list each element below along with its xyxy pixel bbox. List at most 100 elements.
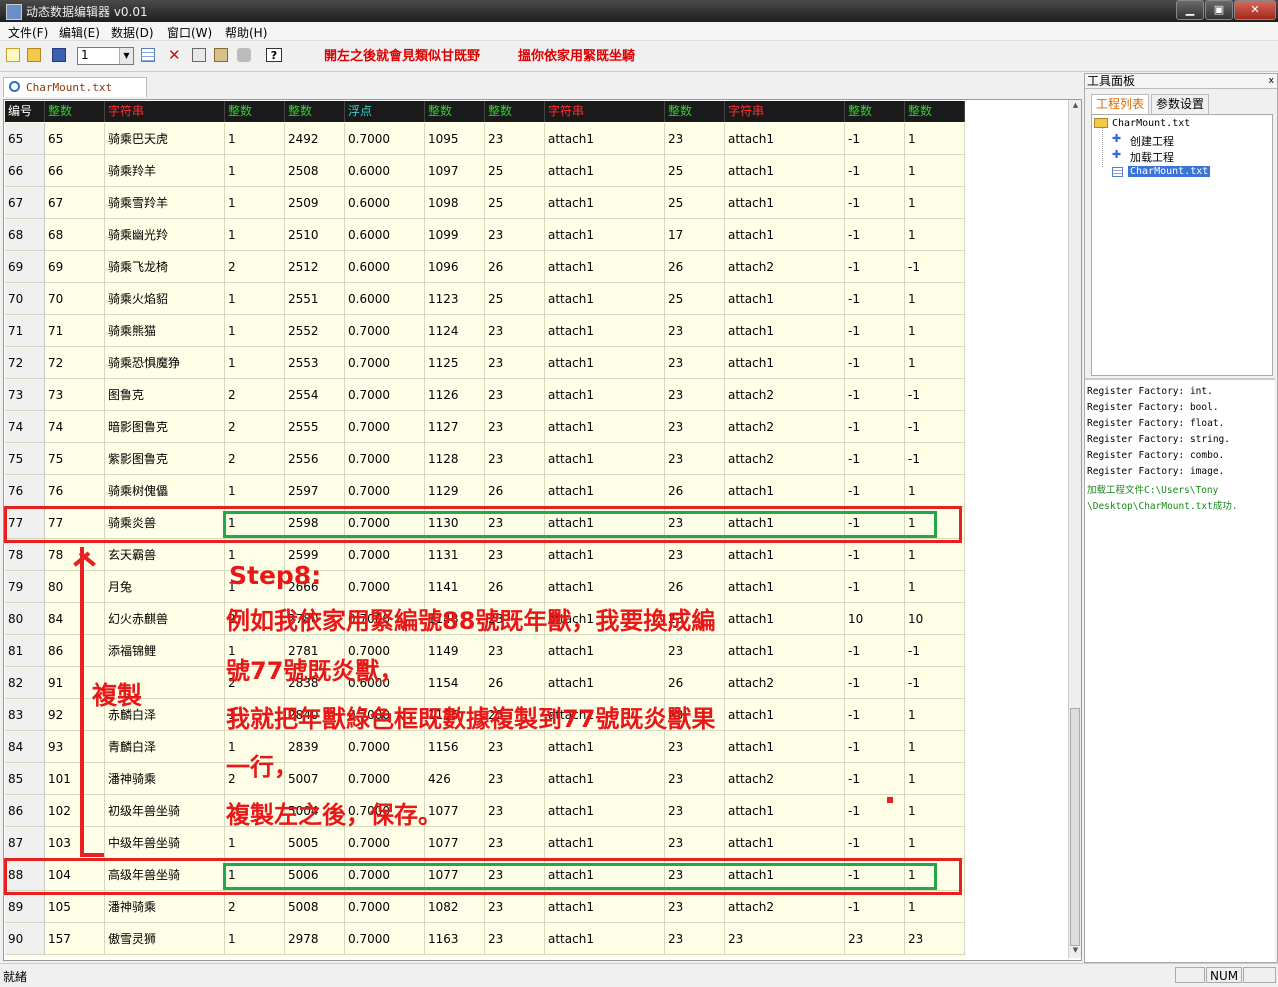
table-cell[interactable]: 1131 bbox=[425, 539, 485, 571]
table-cell[interactable]: -1 bbox=[845, 315, 905, 347]
table-cell[interactable]: 23 bbox=[665, 379, 725, 411]
table-cell[interactable]: -1 bbox=[845, 219, 905, 251]
table-cell[interactable]: 0.6000 bbox=[345, 187, 425, 219]
table-cell[interactable]: 23 bbox=[485, 411, 545, 443]
table-cell[interactable]: 426 bbox=[425, 763, 485, 795]
row-number[interactable]: 66 bbox=[5, 155, 45, 187]
table-cell[interactable]: 1149 bbox=[425, 635, 485, 667]
table-cell[interactable]: 1 bbox=[225, 155, 285, 187]
table-cell[interactable]: -1 bbox=[905, 667, 965, 699]
menu-help[interactable]: 帮助(H) bbox=[225, 24, 267, 41]
tree-root[interactable]: CharMount.txt bbox=[1112, 118, 1190, 129]
table-cell[interactable]: attach1 bbox=[725, 155, 845, 187]
table-cell[interactable]: attach1 bbox=[545, 667, 665, 699]
table-cell[interactable]: -1 bbox=[905, 379, 965, 411]
table-cell[interactable]: attach1 bbox=[545, 251, 665, 283]
tree-item-load-project[interactable]: 加载工程 bbox=[1130, 149, 1174, 165]
table-cell[interactable]: 紫影图鲁克 bbox=[105, 443, 225, 475]
table-cell[interactable]: 添福锦鲤 bbox=[105, 635, 225, 667]
table-cell[interactable]: attach1 bbox=[725, 123, 845, 155]
table-cell[interactable]: 1156 bbox=[425, 731, 485, 763]
table-cell[interactable]: attach1 bbox=[725, 571, 845, 603]
table-cell[interactable]: 1099 bbox=[425, 219, 485, 251]
maximize-button[interactable]: ▣ bbox=[1205, 0, 1233, 20]
table-cell[interactable]: 1 bbox=[905, 827, 965, 859]
row-number[interactable]: 89 bbox=[5, 891, 45, 923]
table-cell[interactable]: 25 bbox=[485, 283, 545, 315]
table-cell[interactable]: 23 bbox=[665, 123, 725, 155]
table-cell[interactable]: 0.7000 bbox=[345, 123, 425, 155]
table-cell[interactable]: 1 bbox=[905, 795, 965, 827]
table-cell[interactable]: 2551 bbox=[285, 283, 345, 315]
table-cell[interactable]: -1 bbox=[845, 763, 905, 795]
table-cell[interactable]: 23 bbox=[485, 379, 545, 411]
table-cell[interactable]: 0.7000 bbox=[345, 379, 425, 411]
column-header[interactable]: 整数 bbox=[845, 101, 905, 122]
table-cell[interactable]: 23 bbox=[665, 635, 725, 667]
table-cell[interactable]: attach1 bbox=[545, 539, 665, 571]
table-cell[interactable]: 0.7000 bbox=[345, 571, 425, 603]
table-cell[interactable]: -1 bbox=[845, 123, 905, 155]
row-number[interactable]: 67 bbox=[5, 187, 45, 219]
column-header[interactable]: 编号 bbox=[5, 101, 45, 122]
table-cell[interactable]: 骑乘雪羚羊 bbox=[105, 187, 225, 219]
open-folder-icon[interactable] bbox=[27, 48, 41, 62]
table-cell[interactable]: 10 bbox=[845, 603, 905, 635]
table-cell[interactable]: 23 bbox=[665, 763, 725, 795]
table-cell[interactable]: -1 bbox=[845, 891, 905, 923]
help-icon[interactable]: ? bbox=[266, 48, 282, 62]
table-cell[interactable]: 玄天霸兽 bbox=[105, 539, 225, 571]
table-cell[interactable]: attach1 bbox=[545, 923, 665, 955]
row-number[interactable]: 65 bbox=[5, 123, 45, 155]
table-cell[interactable]: 70 bbox=[45, 283, 105, 315]
table-cell[interactable]: 23 bbox=[665, 411, 725, 443]
table-cell[interactable]: 1 bbox=[225, 123, 285, 155]
table-cell[interactable]: 1 bbox=[905, 219, 965, 251]
menu-window[interactable]: 窗口(W) bbox=[167, 24, 212, 41]
table-cell[interactable]: -1 bbox=[905, 443, 965, 475]
table-cell[interactable]: 23 bbox=[485, 891, 545, 923]
table-cell[interactable]: 0.7000 bbox=[345, 315, 425, 347]
table-cell[interactable]: 26 bbox=[485, 475, 545, 507]
table-cell[interactable]: 0.6000 bbox=[345, 155, 425, 187]
table-cell[interactable]: 1 bbox=[905, 699, 965, 731]
table-cell[interactable]: attach2 bbox=[725, 891, 845, 923]
table-cell[interactable]: -1 bbox=[845, 443, 905, 475]
table-cell[interactable]: 80 bbox=[45, 571, 105, 603]
table-cell[interactable]: -1 bbox=[905, 251, 965, 283]
table-cell[interactable]: 26 bbox=[485, 667, 545, 699]
table-cell[interactable]: 76 bbox=[45, 475, 105, 507]
table-cell[interactable]: 86 bbox=[45, 635, 105, 667]
minimize-button[interactable]: ▁ bbox=[1176, 0, 1204, 20]
new-file-icon[interactable] bbox=[6, 48, 20, 62]
table-cell[interactable]: 0.7000 bbox=[345, 475, 425, 507]
column-header[interactable]: 整数 bbox=[425, 101, 485, 122]
table-cell[interactable]: 157 bbox=[45, 923, 105, 955]
table-cell[interactable]: 1141 bbox=[425, 571, 485, 603]
table-cell[interactable]: 105 bbox=[45, 891, 105, 923]
table-cell[interactable]: attach1 bbox=[545, 763, 665, 795]
table-cell[interactable]: 骑乘树傀儡 bbox=[105, 475, 225, 507]
menu-file[interactable]: 文件(F) bbox=[8, 24, 48, 41]
table-cell[interactable]: attach1 bbox=[725, 827, 845, 859]
row-number[interactable]: 74 bbox=[5, 411, 45, 443]
table-cell[interactable]: 1096 bbox=[425, 251, 485, 283]
table-cell[interactable]: attach1 bbox=[545, 283, 665, 315]
table-cell[interactable]: 傲雪灵狮 bbox=[105, 923, 225, 955]
table-cell[interactable]: 25 bbox=[485, 187, 545, 219]
scroll-up-icon[interactable]: ▲ bbox=[1071, 101, 1080, 110]
column-header[interactable]: 整数 bbox=[45, 101, 105, 122]
table-cell[interactable]: -1 bbox=[845, 827, 905, 859]
table-cell[interactable]: 1 bbox=[905, 187, 965, 219]
table-cell[interactable]: 26 bbox=[665, 251, 725, 283]
table-cell[interactable]: 1095 bbox=[425, 123, 485, 155]
table-cell[interactable]: 101 bbox=[45, 763, 105, 795]
table-cell[interactable]: 1077 bbox=[425, 827, 485, 859]
row-number[interactable]: 85 bbox=[5, 763, 45, 795]
column-header[interactable]: 字符串 bbox=[725, 101, 845, 122]
table-cell[interactable]: 23 bbox=[485, 635, 545, 667]
table-cell[interactable]: 图鲁克 bbox=[105, 379, 225, 411]
row-number[interactable]: 73 bbox=[5, 379, 45, 411]
table-cell[interactable]: 23 bbox=[485, 731, 545, 763]
table-cell[interactable]: 0.7000 bbox=[345, 539, 425, 571]
